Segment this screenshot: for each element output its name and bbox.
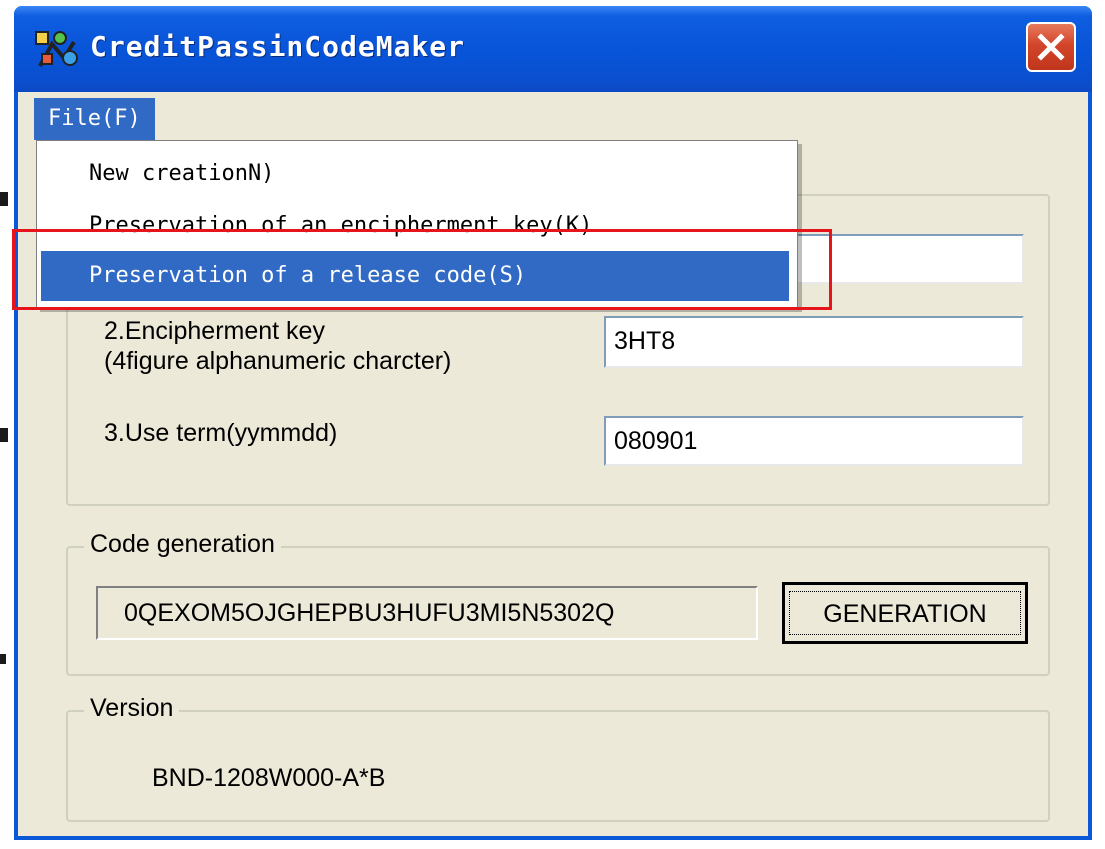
file-menu-button[interactable]: File(F) bbox=[34, 98, 155, 140]
menu-item-new-creation[interactable]: New creationN) bbox=[41, 149, 789, 199]
edge-artifact bbox=[0, 428, 8, 442]
version-legend: Version bbox=[84, 694, 180, 723]
close-button[interactable] bbox=[1026, 22, 1076, 72]
use-term-input[interactable]: 080901 bbox=[604, 416, 1024, 466]
app-icon bbox=[34, 28, 80, 70]
encipherment-key-input[interactable]: 3HT8 bbox=[604, 316, 1024, 368]
code-generation-legend: Code generation bbox=[84, 530, 281, 559]
title-bar[interactable]: CreditPassinCodeMaker bbox=[14, 6, 1092, 92]
edge-artifact bbox=[0, 192, 8, 206]
file-dropdown-menu: New creationN) Preservation of an enciph… bbox=[36, 140, 798, 308]
menu-bar: File(F) bbox=[18, 92, 1088, 144]
generated-code-field[interactable]: 0QEXOM5OJGHEPBU3HUFU3MI5N5302Q bbox=[96, 586, 758, 640]
app-window: CreditPassinCodeMaker File(F) 2.Encipher… bbox=[14, 6, 1092, 840]
code-generation-group: Code generation 0QEXOM5OJGHEPBU3HUFU3MI5… bbox=[66, 530, 1050, 676]
menu-item-save-release-code[interactable]: Preservation of a release code(S) bbox=[41, 251, 789, 301]
generation-button-label: GENERATION bbox=[789, 591, 1021, 635]
window-title: CreditPassinCodeMaker bbox=[90, 30, 466, 63]
field3-label: 3.Use term(yymmdd) bbox=[104, 419, 338, 447]
menu-item-save-encipherment-key[interactable]: Preservation of an encipherment key(K) bbox=[41, 201, 789, 251]
field2-label: 2.Encipherment key (4figure alphanumeric… bbox=[104, 316, 451, 376]
field2-label-line1: 2.Encipherment key bbox=[104, 317, 325, 345]
edge-artifact bbox=[0, 654, 6, 664]
version-value: BND-1208W000-A*B bbox=[152, 764, 386, 792]
close-icon bbox=[1037, 33, 1065, 61]
generation-button[interactable]: GENERATION bbox=[782, 582, 1028, 644]
version-group: Version BND-1208W000-A*B bbox=[66, 694, 1050, 822]
field2-label-line2: (4figure alphanumeric charcter) bbox=[104, 347, 452, 375]
